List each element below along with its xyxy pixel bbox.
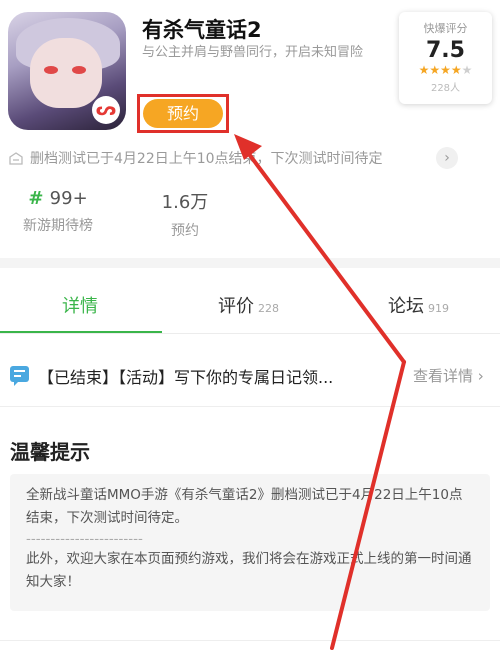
stat-caption: 预约 xyxy=(171,223,199,239)
message-icon xyxy=(10,366,29,386)
tips-title: 温馨提示 xyxy=(10,440,90,464)
event-title[interactable]: 【已结束】【活动】写下你的专属日记领... xyxy=(38,364,333,388)
star-rating: ★★★★★ xyxy=(399,63,492,77)
star-icon: ★ xyxy=(450,63,462,77)
star-icon: ★ xyxy=(418,63,430,77)
view-details-link[interactable]: 查看详情 › xyxy=(413,365,484,386)
app-title: 有杀气童话2 xyxy=(142,18,262,42)
app-icon: ᔕ xyxy=(8,12,126,130)
stat-value: 1.6万 xyxy=(161,192,209,213)
score-card: 快爆评分 7.5 ★★★★★ 228人 xyxy=(399,12,492,104)
tab-count: 919 xyxy=(428,302,449,315)
section-gap xyxy=(0,258,500,268)
test-notice[interactable]: 删档测试已于4月22日上午10点结束，下次测试时间待定 › xyxy=(8,147,458,169)
app-icon-face xyxy=(30,38,102,108)
divider xyxy=(0,333,500,334)
annotation-arrow xyxy=(244,148,406,364)
app-icon-eye xyxy=(44,66,58,74)
divider xyxy=(0,406,500,407)
chevron-right-icon[interactable]: › xyxy=(436,147,458,169)
score-value: 7.5 xyxy=(426,38,465,63)
star-empty-icon: ★ xyxy=(461,63,473,77)
tab-details[interactable]: 详情 xyxy=(62,292,98,318)
rating-count: 228人 xyxy=(430,83,461,94)
reserve-button[interactable]: 预约 xyxy=(143,99,223,128)
stat-caption: 新游期待榜 xyxy=(23,218,93,234)
stat-expect-rank[interactable]: # 99+ 新游期待榜 xyxy=(18,188,98,235)
tab-count: 228 xyxy=(258,302,279,315)
score-label: 快爆评分 xyxy=(423,22,468,35)
tips-separator: ------------------------ xyxy=(26,531,143,547)
publisher-logo-icon: ᔕ xyxy=(92,96,120,124)
test-notice-text: 删档测试已于4月22日上午10点结束，下次测试时间待定 xyxy=(30,151,383,167)
tab-forum[interactable]: 论坛 919 xyxy=(388,292,449,318)
tab-label: 评价 xyxy=(218,296,254,317)
stat-value: 99+ xyxy=(49,188,88,209)
chevron-right-icon: › xyxy=(477,367,484,385)
star-icon: ★ xyxy=(440,63,451,77)
divider xyxy=(0,640,500,641)
app-icon-eye xyxy=(72,66,86,74)
tips-paragraph: 此外，欢迎大家在本页面预约游戏，我们将会在游戏正式上线的第一时间通知大家！ xyxy=(26,551,472,590)
bell-icon xyxy=(9,152,23,165)
tips-box: 全新战斗童话MMO手游《有杀气童话2》删档测试已于4月22日上午10点结束，下次… xyxy=(10,474,490,611)
stat-reservations: 1.6万 预约 xyxy=(150,188,220,240)
tab-label: 论坛 xyxy=(388,296,424,317)
tips-paragraph: 全新战斗童话MMO手游《有杀气童话2》删档测试已于4月22日上午10点结束，下次… xyxy=(26,487,463,526)
star-icon: ★ xyxy=(429,63,441,77)
hash-icon: # xyxy=(28,188,50,209)
tab-label: 详情 xyxy=(62,296,98,317)
tab-reviews[interactable]: 评价 228 xyxy=(218,292,279,318)
app-description: 与公主并肩与野兽同行，开启未知冒险 xyxy=(142,45,364,60)
